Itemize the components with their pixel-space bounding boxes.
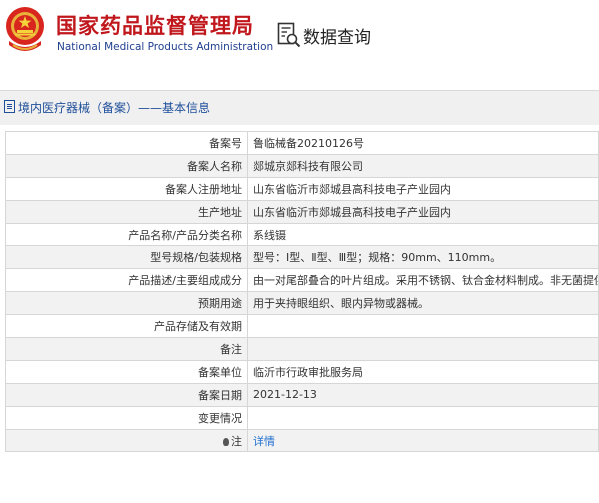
table-row: 备注 (5, 337, 599, 361)
data-query-icon (277, 22, 301, 48)
row-value: 临沂市行政审批服务局 (247, 359, 599, 384)
row-value: 山东省临沂市郯城县高科技电子产业园内 (247, 176, 599, 201)
breadcrumb: 境内医疗器械（备案）——基本信息 (4, 99, 210, 116)
row-value (247, 337, 599, 361)
row-label: 备案日期 (5, 382, 248, 407)
table-row: 备案号 鲁临械备20210126号 (5, 131, 599, 155)
org-name-en: National Medical Products Administration (57, 41, 274, 53)
row-value (247, 405, 599, 430)
table-row: 备案单位 临沂市行政审批服务局 (5, 359, 599, 384)
row-label: 预期用途 (5, 291, 248, 316)
row-value: 2021-12-13 (247, 382, 599, 407)
row-label: 型号规格/包装规格 (5, 245, 248, 270)
row-label: 产品存储及有效期 (5, 314, 248, 339)
table-row: 变更情况 (5, 405, 599, 430)
row-value: 型号：Ⅰ型、Ⅱ型、Ⅲ型；规格：90mm、110mm。 (247, 245, 599, 270)
table-row: 产品名称/产品分类名称 系线镊 (5, 222, 599, 247)
breadcrumb-text: 境内医疗器械（备案）——基本信息 (18, 101, 211, 115)
row-label: 备案号 (5, 131, 248, 155)
table-row: 注 详情 (5, 428, 599, 453)
data-query-title[interactable]: 数据查询 (303, 23, 371, 48)
row-value: 系线镊 (247, 222, 599, 247)
table-row: 生产地址 山东省临沂市郯城县高科技电子产业园内 (5, 199, 599, 224)
table-row: 产品描述/主要组成成分 由一对尾部叠合的叶片组成。采用不锈钢、钛合金材料制成。非… (5, 268, 599, 293)
details-link[interactable]: 详情 (253, 435, 275, 448)
table-row: 产品存储及有效期 (5, 314, 599, 339)
national-emblem-icon (6, 7, 44, 51)
note-value-cell: 详情 (247, 428, 599, 453)
site-header: 国家药品监督管理局 National Medical Products Admi… (0, 0, 599, 66)
lightbulb-icon (223, 437, 229, 446)
row-value: 郯城京郯科技有限公司 (247, 153, 599, 178)
row-value: 山东省临沂市郯城县高科技电子产业园内 (247, 199, 599, 224)
table-row: 预期用途 用于夹持眼组织、眼内异物或器械。 (5, 291, 599, 316)
row-value: 由一对尾部叠合的叶片组成。采用不锈钢、钛合金材料制成。非无菌提供。 (247, 268, 599, 293)
table-row: 型号规格/包装规格 型号：Ⅰ型、Ⅱ型、Ⅲ型；规格：90mm、110mm。 (5, 245, 599, 270)
row-label: 产品描述/主要组成成分 (5, 268, 248, 293)
row-label: 备案人注册地址 (5, 176, 248, 201)
org-name-cn: 国家药品监督管理局 (56, 14, 254, 38)
table-row: 备案日期 2021-12-13 (5, 382, 599, 407)
row-label: 生产地址 (5, 199, 248, 224)
note-label-cell: 注 (5, 428, 248, 453)
row-label: 备注 (5, 337, 248, 361)
row-label: 备案单位 (5, 359, 248, 384)
record-detail-table: 备案号 鲁临械备20210126号 备案人名称 郯城京郯科技有限公司 备案人注册… (5, 131, 599, 453)
document-icon (4, 100, 15, 113)
row-value (247, 314, 599, 339)
table-row: 备案人名称 郯城京郯科技有限公司 (5, 153, 599, 178)
row-label: 备案人名称 (5, 153, 248, 178)
row-value: 鲁临械备20210126号 (247, 131, 599, 155)
table-row: 备案人注册地址 山东省临沂市郯城县高科技电子产业园内 (5, 176, 599, 201)
row-value: 用于夹持眼组织、眼内异物或器械。 (247, 291, 599, 316)
note-label: 注 (231, 434, 242, 448)
row-label: 变更情况 (5, 405, 248, 430)
row-label: 产品名称/产品分类名称 (5, 222, 248, 247)
